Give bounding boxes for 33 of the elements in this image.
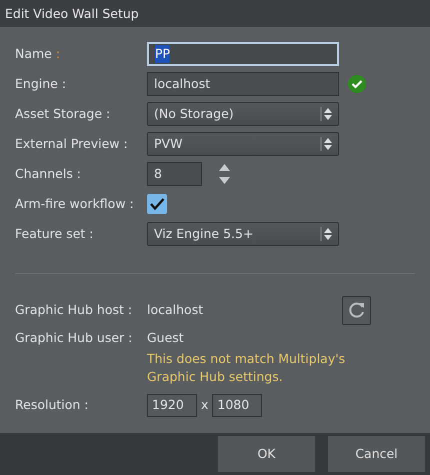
field-label: Resolution : <box>15 396 90 414</box>
field-value: localhost <box>147 300 204 319</box>
field-label: Asset Storage : <box>15 104 112 123</box>
field-label: Name <box>15 46 52 61</box>
refresh-icon <box>348 301 366 319</box>
cancel-button[interactable]: Cancel <box>328 436 425 472</box>
height-field[interactable]: 1080 <box>212 394 262 416</box>
field-label: External Preview : <box>15 134 129 153</box>
field-label: Engine : <box>15 74 68 93</box>
up-down-arrows-icon <box>320 106 332 122</box>
refresh-button[interactable] <box>342 296 371 324</box>
warning-message: This does not match Multiplay's Graphic Hub settings. <box>147 350 346 386</box>
field-label: Arm-fire workflow : <box>15 194 135 213</box>
text-field[interactable]: PP <box>147 42 339 66</box>
dropdown[interactable]: PVW <box>147 132 339 156</box>
ok-button[interactable]: OK <box>218 436 315 472</box>
width-field[interactable]: 1920 <box>147 394 197 416</box>
up-down-arrows-icon <box>320 136 332 152</box>
text-field[interactable]: localhost <box>147 72 339 96</box>
number-field[interactable]: 8 <box>147 162 202 186</box>
field-label: Feature set : <box>15 224 94 243</box>
checkbox[interactable] <box>147 194 167 214</box>
field-value: Guest <box>147 328 184 347</box>
dropdown[interactable]: (No Storage) <box>147 102 339 126</box>
required-mark: : <box>56 46 60 61</box>
window-title: Edit Video Wall Setup <box>0 0 430 27</box>
field-label: Graphic Hub host : <box>15 300 134 319</box>
up-down-arrows-icon <box>320 226 332 242</box>
field-label: Channels : <box>15 164 82 183</box>
dropdown[interactable]: Viz Engine 5.5+ <box>147 222 339 246</box>
spinner-arrows-icon[interactable] <box>218 163 231 185</box>
field-label: Graphic Hub user : <box>15 328 134 347</box>
separator-text: x <box>201 396 208 414</box>
